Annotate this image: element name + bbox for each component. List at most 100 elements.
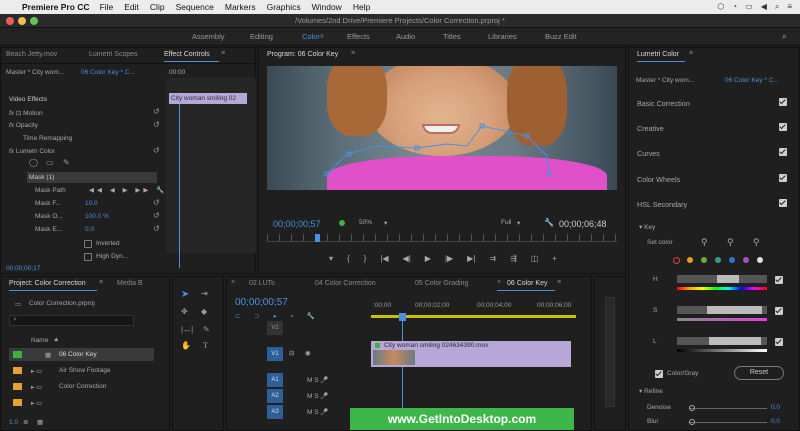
label-swatch[interactable]: [13, 383, 22, 390]
search-icon[interactable]: ⌕: [782, 31, 787, 42]
color-gray-checkbox[interactable]: [655, 370, 663, 378]
workspace-audio[interactable]: Audio: [396, 32, 415, 41]
name-column-header[interactable]: Name: [31, 337, 48, 344]
panel-menu-icon[interactable]: ≡: [221, 50, 225, 57]
project-search-input[interactable]: ⌕: [9, 315, 134, 326]
reset-icon[interactable]: ↺: [153, 198, 160, 207]
wifi-icon[interactable]: ◔: [732, 2, 737, 12]
saturation-range[interactable]: [707, 306, 762, 314]
project-item-name[interactable]: Air Show Footage: [59, 367, 111, 374]
fx-motion-row[interactable]: fx ⊡ Motion: [9, 109, 43, 117]
mask-feather-value[interactable]: 10.0: [85, 200, 98, 207]
menu-window[interactable]: Window: [312, 2, 342, 12]
inverted-checkbox[interactable]: [84, 240, 92, 248]
sort-ascending-icon[interactable]: ▲: [53, 336, 59, 343]
effect-controls-timecode[interactable]: 00;00;00;17: [6, 265, 40, 272]
blur-value[interactable]: 0.0: [771, 418, 780, 425]
luminance-range[interactable]: [709, 337, 761, 345]
reset-icon[interactable]: ↺: [153, 224, 160, 233]
play-icon[interactable]: ▶: [425, 254, 431, 270]
fx-opacity-row[interactable]: fx Opacity: [9, 122, 38, 129]
toggle-sync-lock-icon[interactable]: ⊟: [289, 349, 294, 357]
time-remapping-label[interactable]: Time Remapping: [23, 135, 72, 142]
section-curves[interactable]: Curves: [637, 149, 660, 158]
saturation-track[interactable]: [677, 306, 767, 314]
timeline-ruler[interactable]: :00;00 00;00;02;00 00;00;04;00 00;00;06;…: [371, 299, 576, 313]
tab-beach-jetty[interactable]: Beach Jetty.mov: [6, 51, 57, 58]
insert-icon[interactable]: ⇉: [489, 254, 496, 270]
workspace-color[interactable]: Color: [302, 32, 320, 41]
tab-05-color-grading[interactable]: 05 Color Grading: [415, 280, 468, 287]
eye-icon[interactable]: ◉: [305, 349, 311, 357]
tab-effect-controls[interactable]: Effect Controls: [164, 51, 210, 58]
app-name[interactable]: Premiere Pro CC: [22, 2, 90, 12]
denoise-value[interactable]: 0.0: [771, 404, 780, 411]
color-preset-teal[interactable]: [715, 257, 721, 263]
denoise-slider[interactable]: [689, 408, 767, 409]
type-tool-icon[interactable]: T: [203, 341, 208, 350]
section-hsl-secondary[interactable]: HSL Secondary: [637, 200, 687, 209]
workspace-menu-icon[interactable]: ≡: [320, 34, 324, 40]
reset-icon[interactable]: ↺: [153, 120, 160, 129]
curves-checkbox[interactable]: [779, 148, 787, 156]
creative-checkbox[interactable]: [779, 123, 787, 131]
video-frame[interactable]: [267, 66, 617, 190]
selection-tool-icon[interactable]: ➤: [181, 289, 189, 300]
volume-icon[interactable]: ◀: [761, 2, 767, 12]
marker-icon[interactable]: ▾: [329, 254, 333, 270]
panel-menu-icon[interactable]: ≡: [351, 50, 355, 57]
panel-menu-icon[interactable]: ≡: [689, 50, 693, 57]
color-preset-red[interactable]: [673, 257, 680, 264]
reset-icon[interactable]: ↺: [153, 211, 160, 220]
section-creative[interactable]: Creative: [637, 124, 664, 133]
lumetri-title[interactable]: Lumetri Color: [637, 51, 679, 58]
pen-mask-icon[interactable]: ✎: [63, 158, 70, 167]
go-to-in-icon[interactable]: |◀: [380, 254, 388, 270]
razor-tool-icon[interactable]: ◆: [201, 307, 207, 316]
mask-tracking-controls[interactable]: ◀◀ ◀ ▶ ▶▶ 🔧: [89, 186, 167, 194]
program-playhead[interactable]: [315, 234, 320, 242]
mask-opacity-value[interactable]: 100.0 %: [85, 213, 109, 220]
track-a3-button[interactable]: A3: [267, 405, 283, 419]
panel-menu-icon[interactable]: ≡: [557, 279, 561, 286]
key-section[interactable]: ▾ Key: [639, 223, 655, 231]
reset-button[interactable]: Reset: [734, 366, 784, 380]
slip-tool-icon[interactable]: |↔|: [181, 325, 193, 334]
menu-clip[interactable]: Clip: [150, 2, 165, 12]
color-preset-blue[interactable]: [729, 257, 735, 263]
section-basic-correction[interactable]: Basic Correction: [637, 99, 690, 108]
blur-slider[interactable]: [689, 422, 767, 423]
tab-media-browser[interactable]: Media B: [117, 280, 143, 287]
color-preset-purple[interactable]: [743, 257, 749, 263]
blur-handle[interactable]: [689, 419, 695, 425]
chevron-down-icon[interactable]: ▾: [384, 219, 387, 227]
basic-correction-checkbox[interactable]: [779, 98, 787, 106]
workspace-buzz-edit[interactable]: Buzz Edit: [545, 32, 577, 41]
list-view-icon[interactable]: ≣: [23, 418, 28, 426]
luminance-track[interactable]: [677, 337, 767, 345]
menu-markers[interactable]: Markers: [225, 2, 256, 12]
export-frame-icon[interactable]: ◫: [531, 254, 539, 270]
hue-track[interactable]: [677, 275, 767, 283]
ellipse-mask-icon[interactable]: ◯: [29, 158, 38, 167]
track-v2-button[interactable]: V2: [267, 321, 283, 335]
menu-help[interactable]: Help: [353, 2, 370, 12]
step-back-icon[interactable]: ◀|: [403, 254, 411, 270]
fx-lumetri-row[interactable]: fx Lumetri Color: [9, 148, 55, 155]
program-title[interactable]: Program: 06 Color Key: [267, 51, 338, 58]
project-item-name[interactable]: Color Correction: [59, 383, 106, 390]
track-a2-button[interactable]: A2: [267, 389, 283, 403]
mute-button[interactable]: M S 🎤: [307, 392, 328, 400]
video-clip[interactable]: City woman smiling 024634390.mov: [371, 341, 571, 367]
timeline-timecode[interactable]: 00;00;00;57: [235, 297, 288, 308]
tab-02-luts[interactable]: 02 LUTs: [249, 280, 275, 287]
section-color-wheels[interactable]: Color Wheels: [637, 175, 680, 184]
hue-range[interactable]: [717, 275, 739, 283]
rectangle-mask-icon[interactable]: ▭: [46, 158, 54, 167]
label-swatch[interactable]: [13, 367, 22, 374]
mask-expansion-value[interactable]: 0.0: [85, 226, 94, 233]
close-icon[interactable]: ×: [497, 279, 501, 286]
workspace-titles[interactable]: Titles: [443, 32, 461, 41]
saturation-checkbox[interactable]: [775, 307, 783, 315]
mute-button[interactable]: M S 🎤: [307, 376, 328, 384]
